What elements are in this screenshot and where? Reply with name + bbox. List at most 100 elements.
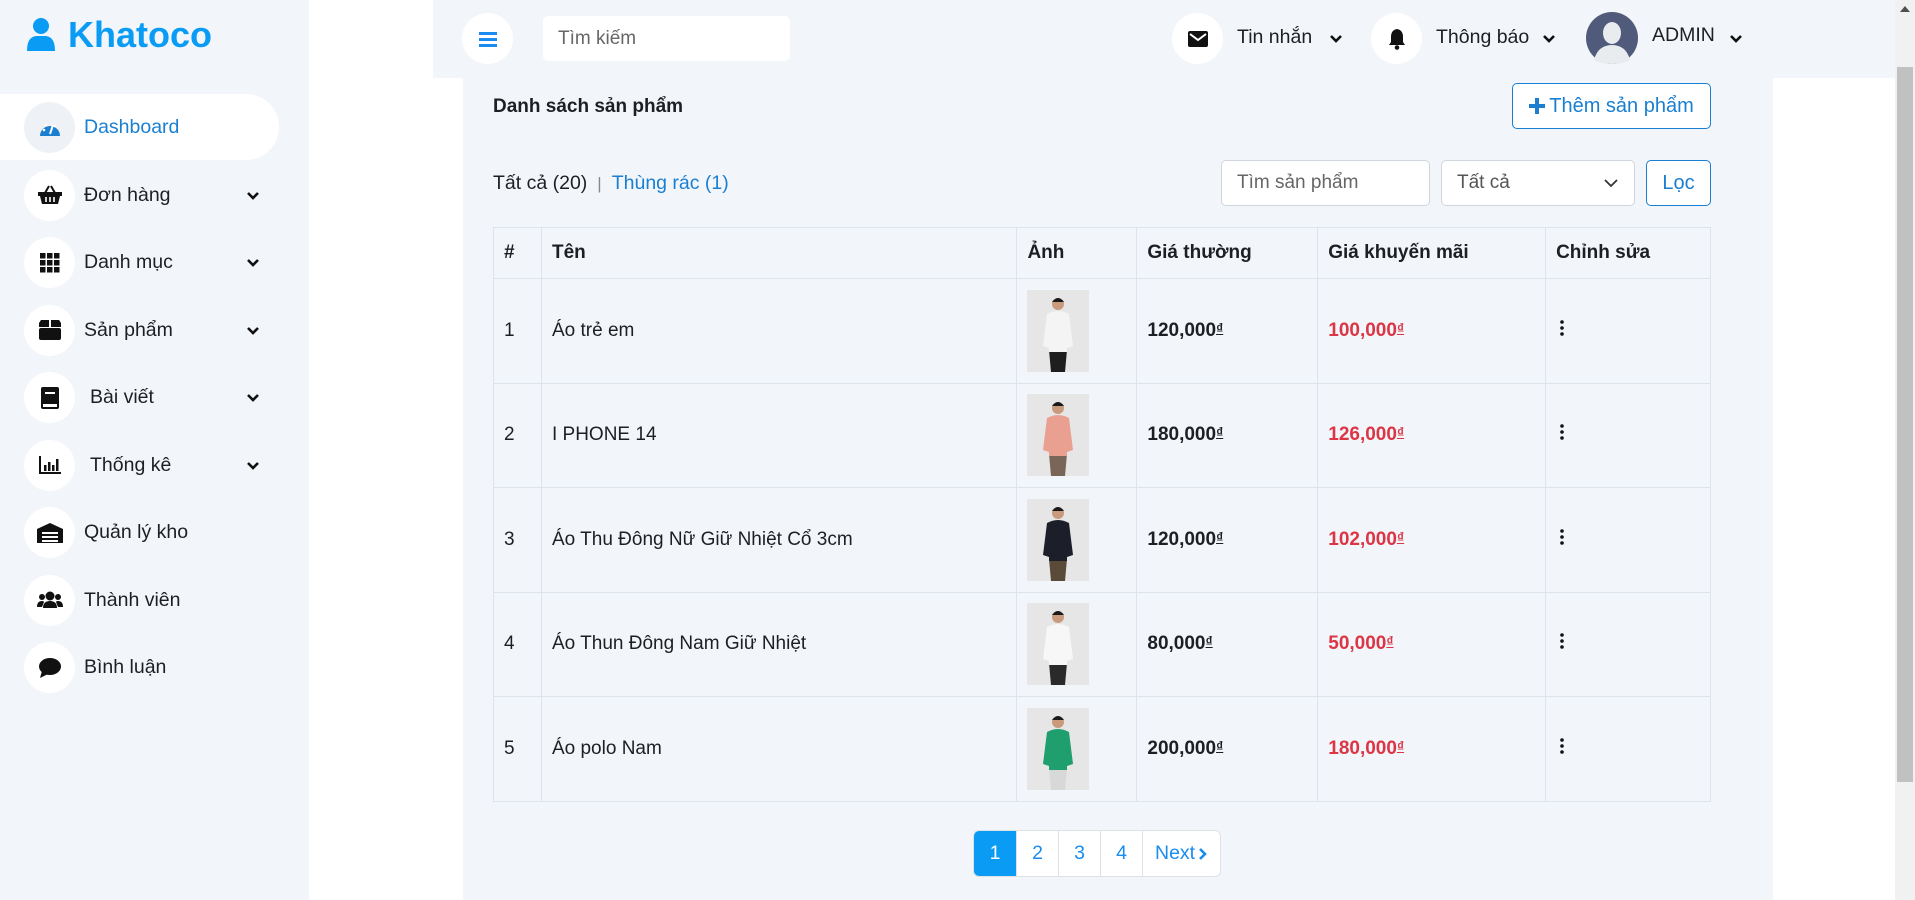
user-name[interactable]: ADMIN (1652, 24, 1715, 47)
column-header: Ảnh (1016, 227, 1138, 279)
logo[interactable]: Khatoco (26, 14, 212, 56)
product-name: Áo trẻ em (540, 278, 1018, 384)
menu-toggle-button[interactable] (462, 13, 513, 64)
sidebar-item-label: Danh mục (84, 251, 173, 274)
sidebar-item-warehouse[interactable]: Quản lý kho (0, 499, 309, 567)
table-row: 5 Áo polo Nam 200,000₫ 180,000₫ (493, 696, 1711, 802)
product-name: I PHONE 14 (540, 382, 1018, 488)
notifications-label[interactable]: Thông báo (1436, 26, 1529, 49)
regular-price: 120,000 (1147, 319, 1217, 341)
table-row: 1 Áo trẻ em 120,000₫ 100,000₫ (493, 278, 1711, 384)
scrollbar[interactable] (1895, 0, 1915, 900)
book-icon (24, 372, 75, 424)
tab-trash[interactable]: Thùng rác (1) (612, 172, 729, 195)
page-3-button[interactable]: 3 (1058, 831, 1100, 876)
filter-button[interactable]: Lọc (1646, 160, 1711, 206)
sidebar-item-bar-chart[interactable]: Thống kê (0, 432, 309, 500)
sidebar-nav: Dashboard Đơn hàng Danh mục Sản phẩm Bài viế… (0, 94, 309, 702)
warehouse-icon (24, 507, 75, 559)
tab-all[interactable]: Tất cả (20) (493, 172, 587, 195)
chevron-down-icon[interactable] (246, 188, 260, 206)
product-search-input[interactable] (1221, 160, 1430, 206)
column-header: Giá khuyến mãi (1317, 227, 1547, 279)
column-header: Chỉnh sửa (1545, 227, 1711, 279)
messages-label[interactable]: Tin nhắn (1237, 26, 1312, 49)
more-options-button[interactable] (1556, 734, 1568, 764)
brand-name: Khatoco (68, 14, 212, 55)
sidebar-item-grid[interactable]: Danh mục (0, 229, 309, 297)
product-image[interactable] (1027, 498, 1090, 581)
sidebar-item-label: Thống kê (90, 453, 172, 476)
product-name: Áo Thun Đông Nam Giữ Nhiệt (540, 591, 1018, 697)
dashboard-gauge-icon (24, 102, 75, 154)
sidebar-item-comment[interactable]: Bình luận (0, 634, 309, 702)
messages-button[interactable] (1172, 13, 1223, 64)
chevron-down-icon[interactable] (246, 390, 260, 408)
row-number: 4 (493, 591, 542, 697)
page-2-button[interactable]: 2 (1016, 831, 1058, 876)
page-1-button[interactable]: 1 (974, 831, 1016, 876)
product-image[interactable] (1027, 603, 1090, 686)
chevron-down-icon[interactable] (246, 255, 260, 273)
tab-separator: | (597, 173, 602, 193)
chevron-down-icon[interactable] (1729, 34, 1743, 44)
currency-symbol: ₫ (1216, 319, 1224, 336)
sale-price: 180,000 (1328, 737, 1397, 759)
product-name: Áo Thu Đông Nữ Giữ Nhiệt Cổ 3cm (540, 487, 1018, 593)
sidebar-item-label: Sản phẩm (84, 318, 173, 341)
add-product-button[interactable]: Thêm sản phẩm (1512, 83, 1711, 129)
sidebar-item-box[interactable]: Sản phẩm (0, 297, 309, 365)
pagination: 1 2 3 4 Next (973, 830, 1222, 877)
sidebar-item-label: Dashboard (84, 116, 180, 139)
chevron-down-icon[interactable] (246, 458, 260, 476)
currency-symbol: ₫ (1205, 633, 1213, 650)
sidebar-item-dashboard-gauge[interactable]: Dashboard (0, 94, 309, 162)
row-number: 1 (493, 278, 542, 384)
next-page-button[interactable]: Next (1142, 831, 1220, 876)
column-header: Giá thường (1136, 227, 1319, 279)
product-image[interactable] (1027, 707, 1090, 790)
more-options-button[interactable] (1556, 629, 1568, 659)
chevron-down-icon[interactable] (1542, 34, 1556, 44)
sidebar-item-users[interactable]: Thành viên (0, 567, 309, 635)
product-image[interactable] (1027, 289, 1090, 372)
category-select[interactable]: Tất cả (1441, 160, 1635, 206)
sidebar-item-book[interactable]: Bài viết (0, 364, 309, 432)
sale-price: 126,000 (1328, 424, 1397, 446)
sidebar-item-basket[interactable]: Đơn hàng (0, 162, 309, 230)
sale-price: 100,000 (1328, 319, 1397, 341)
product-table: # Tên Ảnh Giá thường Giá khuyến mãi Chỉnh sửa… (493, 227, 1711, 802)
currency-symbol: ₫ (1396, 528, 1405, 545)
search-input[interactable] (543, 16, 790, 61)
regular-price: 180,000 (1147, 424, 1217, 446)
top-header: Tin nhắn Thông báo ADMIN (433, 0, 1895, 78)
page-4-button[interactable]: 4 (1100, 831, 1142, 876)
currency-symbol: ₫ (1396, 319, 1405, 336)
user-icon (27, 18, 55, 51)
envelope-icon (1187, 30, 1208, 47)
chevron-down-icon[interactable] (1329, 34, 1343, 44)
sidebar-item-label: Thành viên (84, 588, 181, 611)
row-number: 2 (493, 382, 542, 488)
product-image[interactable] (1027, 394, 1090, 477)
more-options-button[interactable] (1556, 316, 1568, 346)
chevron-right-icon (1199, 847, 1207, 860)
page-title: Danh sách sản phẩm (493, 96, 684, 117)
scrollbar-thumb[interactable] (1897, 67, 1913, 782)
vertical-dots-icon (1560, 319, 1564, 336)
notifications-button[interactable] (1371, 13, 1422, 64)
basket-icon (24, 169, 75, 221)
scroll-up-arrow-icon[interactable] (1900, 5, 1910, 12)
sidebar-item-label: Quản lý kho (84, 521, 189, 544)
sale-price: 50,000 (1328, 633, 1387, 655)
avatar[interactable] (1586, 12, 1638, 64)
sidebar-item-label: Bài viết (90, 386, 154, 409)
more-options-button[interactable] (1556, 420, 1568, 450)
table-row: 3 Áo Thu Đông Nữ Giữ Nhiệt Cổ 3cm 120,000₫… (493, 487, 1711, 593)
chevron-down-icon[interactable] (246, 323, 260, 341)
currency-symbol: ₫ (1216, 737, 1224, 754)
more-options-button[interactable] (1556, 525, 1568, 555)
currency-symbol: ₫ (1216, 424, 1224, 441)
regular-price: 200,000 (1147, 737, 1217, 759)
sidebar-item-label: Bình luận (84, 656, 167, 679)
